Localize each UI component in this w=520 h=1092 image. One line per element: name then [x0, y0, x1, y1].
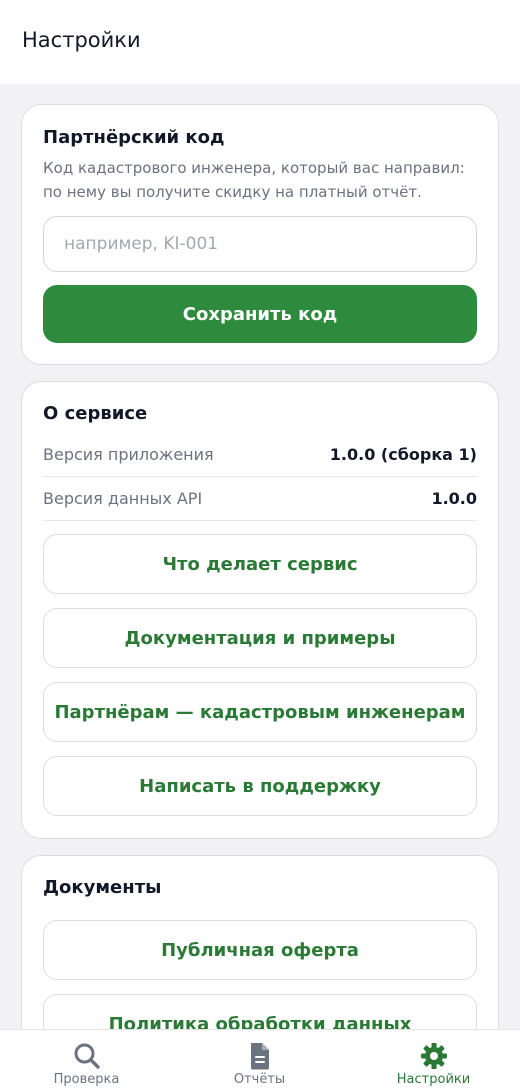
contact-support-button[interactable]: Написать в поддержку	[43, 756, 477, 816]
settings-content[interactable]: Партнёрский код Код кадастрового инженер…	[0, 84, 520, 1029]
tab-reports[interactable]: Отчёты	[173, 1030, 346, 1092]
partner-code-description: Код кадастрового инженера, который вас н…	[43, 159, 465, 201]
tab-settings-label: Настройки	[396, 1072, 471, 1087]
public-offer-button[interactable]: Публичная оферта	[43, 920, 477, 980]
partner-code-card: Партнёрский код Код кадастрового инженер…	[21, 104, 499, 365]
about-service-title: О сервисе	[43, 403, 148, 424]
settings-screen: Настройки Партнёрский код Код кадастрово…	[0, 0, 520, 1092]
documents-title: Документы	[43, 877, 162, 898]
api-version-row: Версия данных API 1.0.0	[43, 477, 477, 521]
page-title: Настройки	[22, 28, 141, 52]
gear-icon	[420, 1043, 447, 1069]
about-service-card: О сервисе Версия приложения 1.0.0 (сборк…	[21, 381, 499, 839]
partner-code-input[interactable]	[43, 216, 477, 272]
bottom-tab-bar: Проверка Отчёты Настройки	[0, 1029, 520, 1092]
privacy-policy-button[interactable]: Политика обработки данных	[43, 994, 477, 1029]
app-version-label: Версия приложения	[43, 445, 214, 464]
app-version-row: Версия приложения 1.0.0 (сборка 1)	[43, 433, 477, 477]
tab-check-label: Проверка	[53, 1072, 120, 1087]
document-icon	[250, 1043, 269, 1070]
search-icon	[74, 1043, 100, 1069]
app-version-value: 1.0.0 (сборка 1)	[329, 445, 477, 464]
tab-reports-label: Отчёты	[233, 1072, 286, 1087]
what-service-does-button[interactable]: Что делает сервис	[43, 534, 477, 594]
api-version-value: 1.0.0	[431, 489, 477, 508]
partner-code-title: Партнёрский код	[43, 127, 225, 148]
api-version-label: Версия данных API	[43, 489, 203, 508]
partners-engineers-button[interactable]: Партнёрам — кадастровым инженерам	[43, 682, 477, 742]
app-header: Настройки	[0, 0, 520, 84]
save-code-button[interactable]: Сохранить код	[43, 285, 477, 343]
documents-card: Документы Публичная оферта Политика обра…	[21, 855, 499, 1029]
tab-settings[interactable]: Настройки	[347, 1030, 520, 1092]
documentation-button[interactable]: Документация и примеры	[43, 608, 477, 668]
tab-check[interactable]: Проверка	[0, 1030, 173, 1092]
